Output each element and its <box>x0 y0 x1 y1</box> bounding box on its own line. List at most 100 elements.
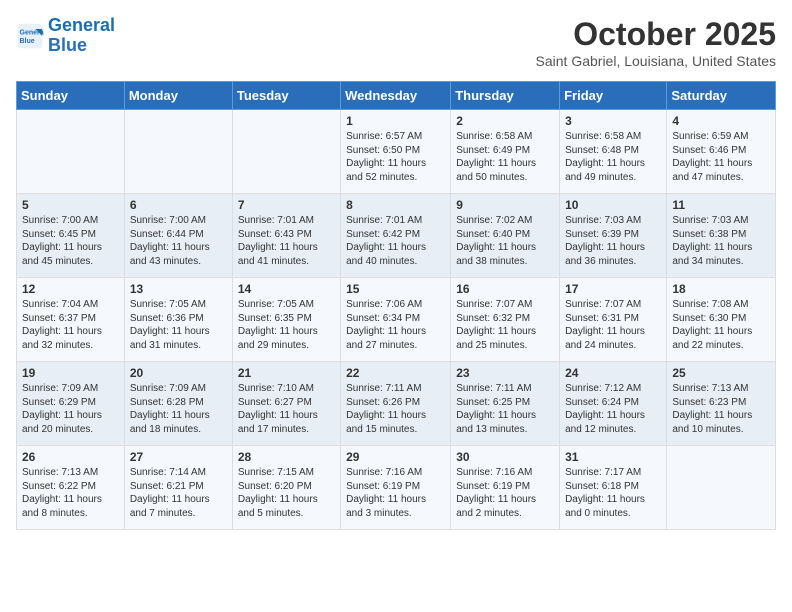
calendar-week-1: 1 Sunrise: 6:57 AM Sunset: 6:50 PM Daylig… <box>17 110 776 194</box>
day-number: 26 <box>22 450 119 464</box>
calendar-cell: 30 Sunrise: 7:16 AM Sunset: 6:19 PM Dayli… <box>451 446 560 530</box>
calendar-cell <box>17 110 125 194</box>
day-info: Sunrise: 7:16 AM Sunset: 6:19 PM Dayligh… <box>456 466 554 520</box>
day-number: 12 <box>22 282 119 296</box>
calendar-cell: 28 Sunrise: 7:15 AM Sunset: 6:20 PM Dayli… <box>232 446 340 530</box>
day-info: Sunrise: 7:17 AM Sunset: 6:18 PM Dayligh… <box>565 466 661 520</box>
day-info: Sunrise: 7:07 AM Sunset: 6:32 PM Dayligh… <box>456 298 554 352</box>
day-number: 4 <box>672 114 770 128</box>
day-info: Sunrise: 7:14 AM Sunset: 6:21 PM Dayligh… <box>130 466 227 520</box>
day-number: 30 <box>456 450 554 464</box>
calendar-cell: 16 Sunrise: 7:07 AM Sunset: 6:32 PM Dayli… <box>451 278 560 362</box>
day-info: Sunrise: 6:58 AM Sunset: 6:49 PM Dayligh… <box>456 130 554 184</box>
calendar-header-row: SundayMondayTuesdayWednesdayThursdayFrid… <box>17 82 776 110</box>
day-number: 19 <box>22 366 119 380</box>
calendar-cell: 31 Sunrise: 7:17 AM Sunset: 6:18 PM Dayli… <box>560 446 667 530</box>
day-number: 8 <box>346 198 445 212</box>
day-number: 31 <box>565 450 661 464</box>
calendar-cell: 11Sunrise: 7:03 AM Sunset: 6:38 PM Dayli… <box>667 194 776 278</box>
day-info: Sunrise: 6:59 AM Sunset: 6:46 PM Dayligh… <box>672 130 770 184</box>
day-number: 6 <box>130 198 227 212</box>
calendar-cell: 13 Sunrise: 7:05 AM Sunset: 6:36 PM Dayli… <box>124 278 232 362</box>
day-info: Sunrise: 7:13 AM Sunset: 6:22 PM Dayligh… <box>22 466 119 520</box>
day-info: Sunrise: 7:15 AM Sunset: 6:20 PM Dayligh… <box>238 466 335 520</box>
day-number: 22 <box>346 366 445 380</box>
calendar-cell: 21Sunrise: 7:10 AM Sunset: 6:27 PM Dayli… <box>232 362 340 446</box>
day-info: Sunrise: 7:08 AM Sunset: 6:30 PM Dayligh… <box>672 298 770 352</box>
day-info: Sunrise: 7:00 AM Sunset: 6:45 PM Dayligh… <box>22 214 119 268</box>
calendar-table: SundayMondayTuesdayWednesdayThursdayFrid… <box>16 81 776 530</box>
day-number: 21 <box>238 366 335 380</box>
calendar-cell: 23Sunrise: 7:11 AM Sunset: 6:25 PM Dayli… <box>451 362 560 446</box>
day-number: 2 <box>456 114 554 128</box>
day-info: Sunrise: 7:03 AM Sunset: 6:39 PM Dayligh… <box>565 214 661 268</box>
day-number: 14 <box>238 282 335 296</box>
day-info: Sunrise: 7:02 AM Sunset: 6:40 PM Dayligh… <box>456 214 554 268</box>
day-number: 23 <box>456 366 554 380</box>
day-info: Sunrise: 7:13 AM Sunset: 6:23 PM Dayligh… <box>672 382 770 436</box>
day-number: 1 <box>346 114 445 128</box>
calendar-cell <box>124 110 232 194</box>
calendar-cell: 26 Sunrise: 7:13 AM Sunset: 6:22 PM Dayli… <box>17 446 125 530</box>
calendar-cell: 5 Sunrise: 7:00 AM Sunset: 6:45 PM Daylig… <box>17 194 125 278</box>
month-title: October 2025 <box>536 16 776 53</box>
day-info: Sunrise: 6:57 AM Sunset: 6:50 PM Dayligh… <box>346 130 445 184</box>
day-info: Sunrise: 7:09 AM Sunset: 6:28 PM Dayligh… <box>130 382 227 436</box>
calendar-week-4: 19 Sunrise: 7:09 AM Sunset: 6:29 PM Dayli… <box>17 362 776 446</box>
calendar-cell <box>232 110 340 194</box>
day-number: 13 <box>130 282 227 296</box>
day-number: 28 <box>238 450 335 464</box>
calendar-cell: 19 Sunrise: 7:09 AM Sunset: 6:29 PM Dayli… <box>17 362 125 446</box>
day-header-monday: Monday <box>124 82 232 110</box>
day-info: Sunrise: 7:16 AM Sunset: 6:19 PM Dayligh… <box>346 466 445 520</box>
calendar-cell: 17Sunrise: 7:07 AM Sunset: 6:31 PM Dayli… <box>560 278 667 362</box>
calendar-cell: 3Sunrise: 6:58 AM Sunset: 6:48 PM Daylig… <box>560 110 667 194</box>
day-number: 16 <box>456 282 554 296</box>
day-number: 25 <box>672 366 770 380</box>
calendar-cell: 18Sunrise: 7:08 AM Sunset: 6:30 PM Dayli… <box>667 278 776 362</box>
calendar-cell: 7Sunrise: 7:01 AM Sunset: 6:43 PM Daylig… <box>232 194 340 278</box>
day-number: 27 <box>130 450 227 464</box>
location-subtitle: Saint Gabriel, Louisiana, United States <box>536 53 776 69</box>
day-header-saturday: Saturday <box>667 82 776 110</box>
day-header-thursday: Thursday <box>451 82 560 110</box>
day-header-tuesday: Tuesday <box>232 82 340 110</box>
day-number: 5 <box>22 198 119 212</box>
logo: General Blue GeneralBlue <box>16 16 115 56</box>
title-block: October 2025 Saint Gabriel, Louisiana, U… <box>536 16 776 69</box>
calendar-week-5: 26 Sunrise: 7:13 AM Sunset: 6:22 PM Dayli… <box>17 446 776 530</box>
day-header-sunday: Sunday <box>17 82 125 110</box>
calendar-cell: 14 Sunrise: 7:05 AM Sunset: 6:35 PM Dayli… <box>232 278 340 362</box>
day-number: 7 <box>238 198 335 212</box>
day-number: 9 <box>456 198 554 212</box>
day-number: 10 <box>565 198 661 212</box>
calendar-cell: 4 Sunrise: 6:59 AM Sunset: 6:46 PM Daylig… <box>667 110 776 194</box>
calendar-week-2: 5 Sunrise: 7:00 AM Sunset: 6:45 PM Daylig… <box>17 194 776 278</box>
calendar-cell: 1 Sunrise: 6:57 AM Sunset: 6:50 PM Daylig… <box>341 110 451 194</box>
day-info: Sunrise: 7:01 AM Sunset: 6:42 PM Dayligh… <box>346 214 445 268</box>
calendar-cell: 10 Sunrise: 7:03 AM Sunset: 6:39 PM Dayli… <box>560 194 667 278</box>
svg-text:Blue: Blue <box>20 38 35 45</box>
calendar-cell: 27 Sunrise: 7:14 AM Sunset: 6:21 PM Dayli… <box>124 446 232 530</box>
day-info: Sunrise: 7:12 AM Sunset: 6:24 PM Dayligh… <box>565 382 661 436</box>
day-info: Sunrise: 7:09 AM Sunset: 6:29 PM Dayligh… <box>22 382 119 436</box>
calendar-week-3: 12 Sunrise: 7:04 AM Sunset: 6:37 PM Dayli… <box>17 278 776 362</box>
calendar-cell: 9 Sunrise: 7:02 AM Sunset: 6:40 PM Daylig… <box>451 194 560 278</box>
day-info: Sunrise: 7:06 AM Sunset: 6:34 PM Dayligh… <box>346 298 445 352</box>
calendar-cell: 20 Sunrise: 7:09 AM Sunset: 6:28 PM Dayli… <box>124 362 232 446</box>
day-number: 15 <box>346 282 445 296</box>
day-info: Sunrise: 7:11 AM Sunset: 6:26 PM Dayligh… <box>346 382 445 436</box>
logo-text: GeneralBlue <box>48 16 115 56</box>
calendar-cell: 22 Sunrise: 7:11 AM Sunset: 6:26 PM Dayli… <box>341 362 451 446</box>
calendar-cell: 25 Sunrise: 7:13 AM Sunset: 6:23 PM Dayli… <box>667 362 776 446</box>
day-info: Sunrise: 7:04 AM Sunset: 6:37 PM Dayligh… <box>22 298 119 352</box>
calendar-cell: 6Sunrise: 7:00 AM Sunset: 6:44 PM Daylig… <box>124 194 232 278</box>
calendar-cell: 24 Sunrise: 7:12 AM Sunset: 6:24 PM Dayli… <box>560 362 667 446</box>
day-number: 29 <box>346 450 445 464</box>
day-info: Sunrise: 7:05 AM Sunset: 6:35 PM Dayligh… <box>238 298 335 352</box>
calendar-cell: 29 Sunrise: 7:16 AM Sunset: 6:19 PM Dayli… <box>341 446 451 530</box>
day-info: Sunrise: 7:05 AM Sunset: 6:36 PM Dayligh… <box>130 298 227 352</box>
day-number: 24 <box>565 366 661 380</box>
day-number: 20 <box>130 366 227 380</box>
calendar-cell: 12 Sunrise: 7:04 AM Sunset: 6:37 PM Dayli… <box>17 278 125 362</box>
